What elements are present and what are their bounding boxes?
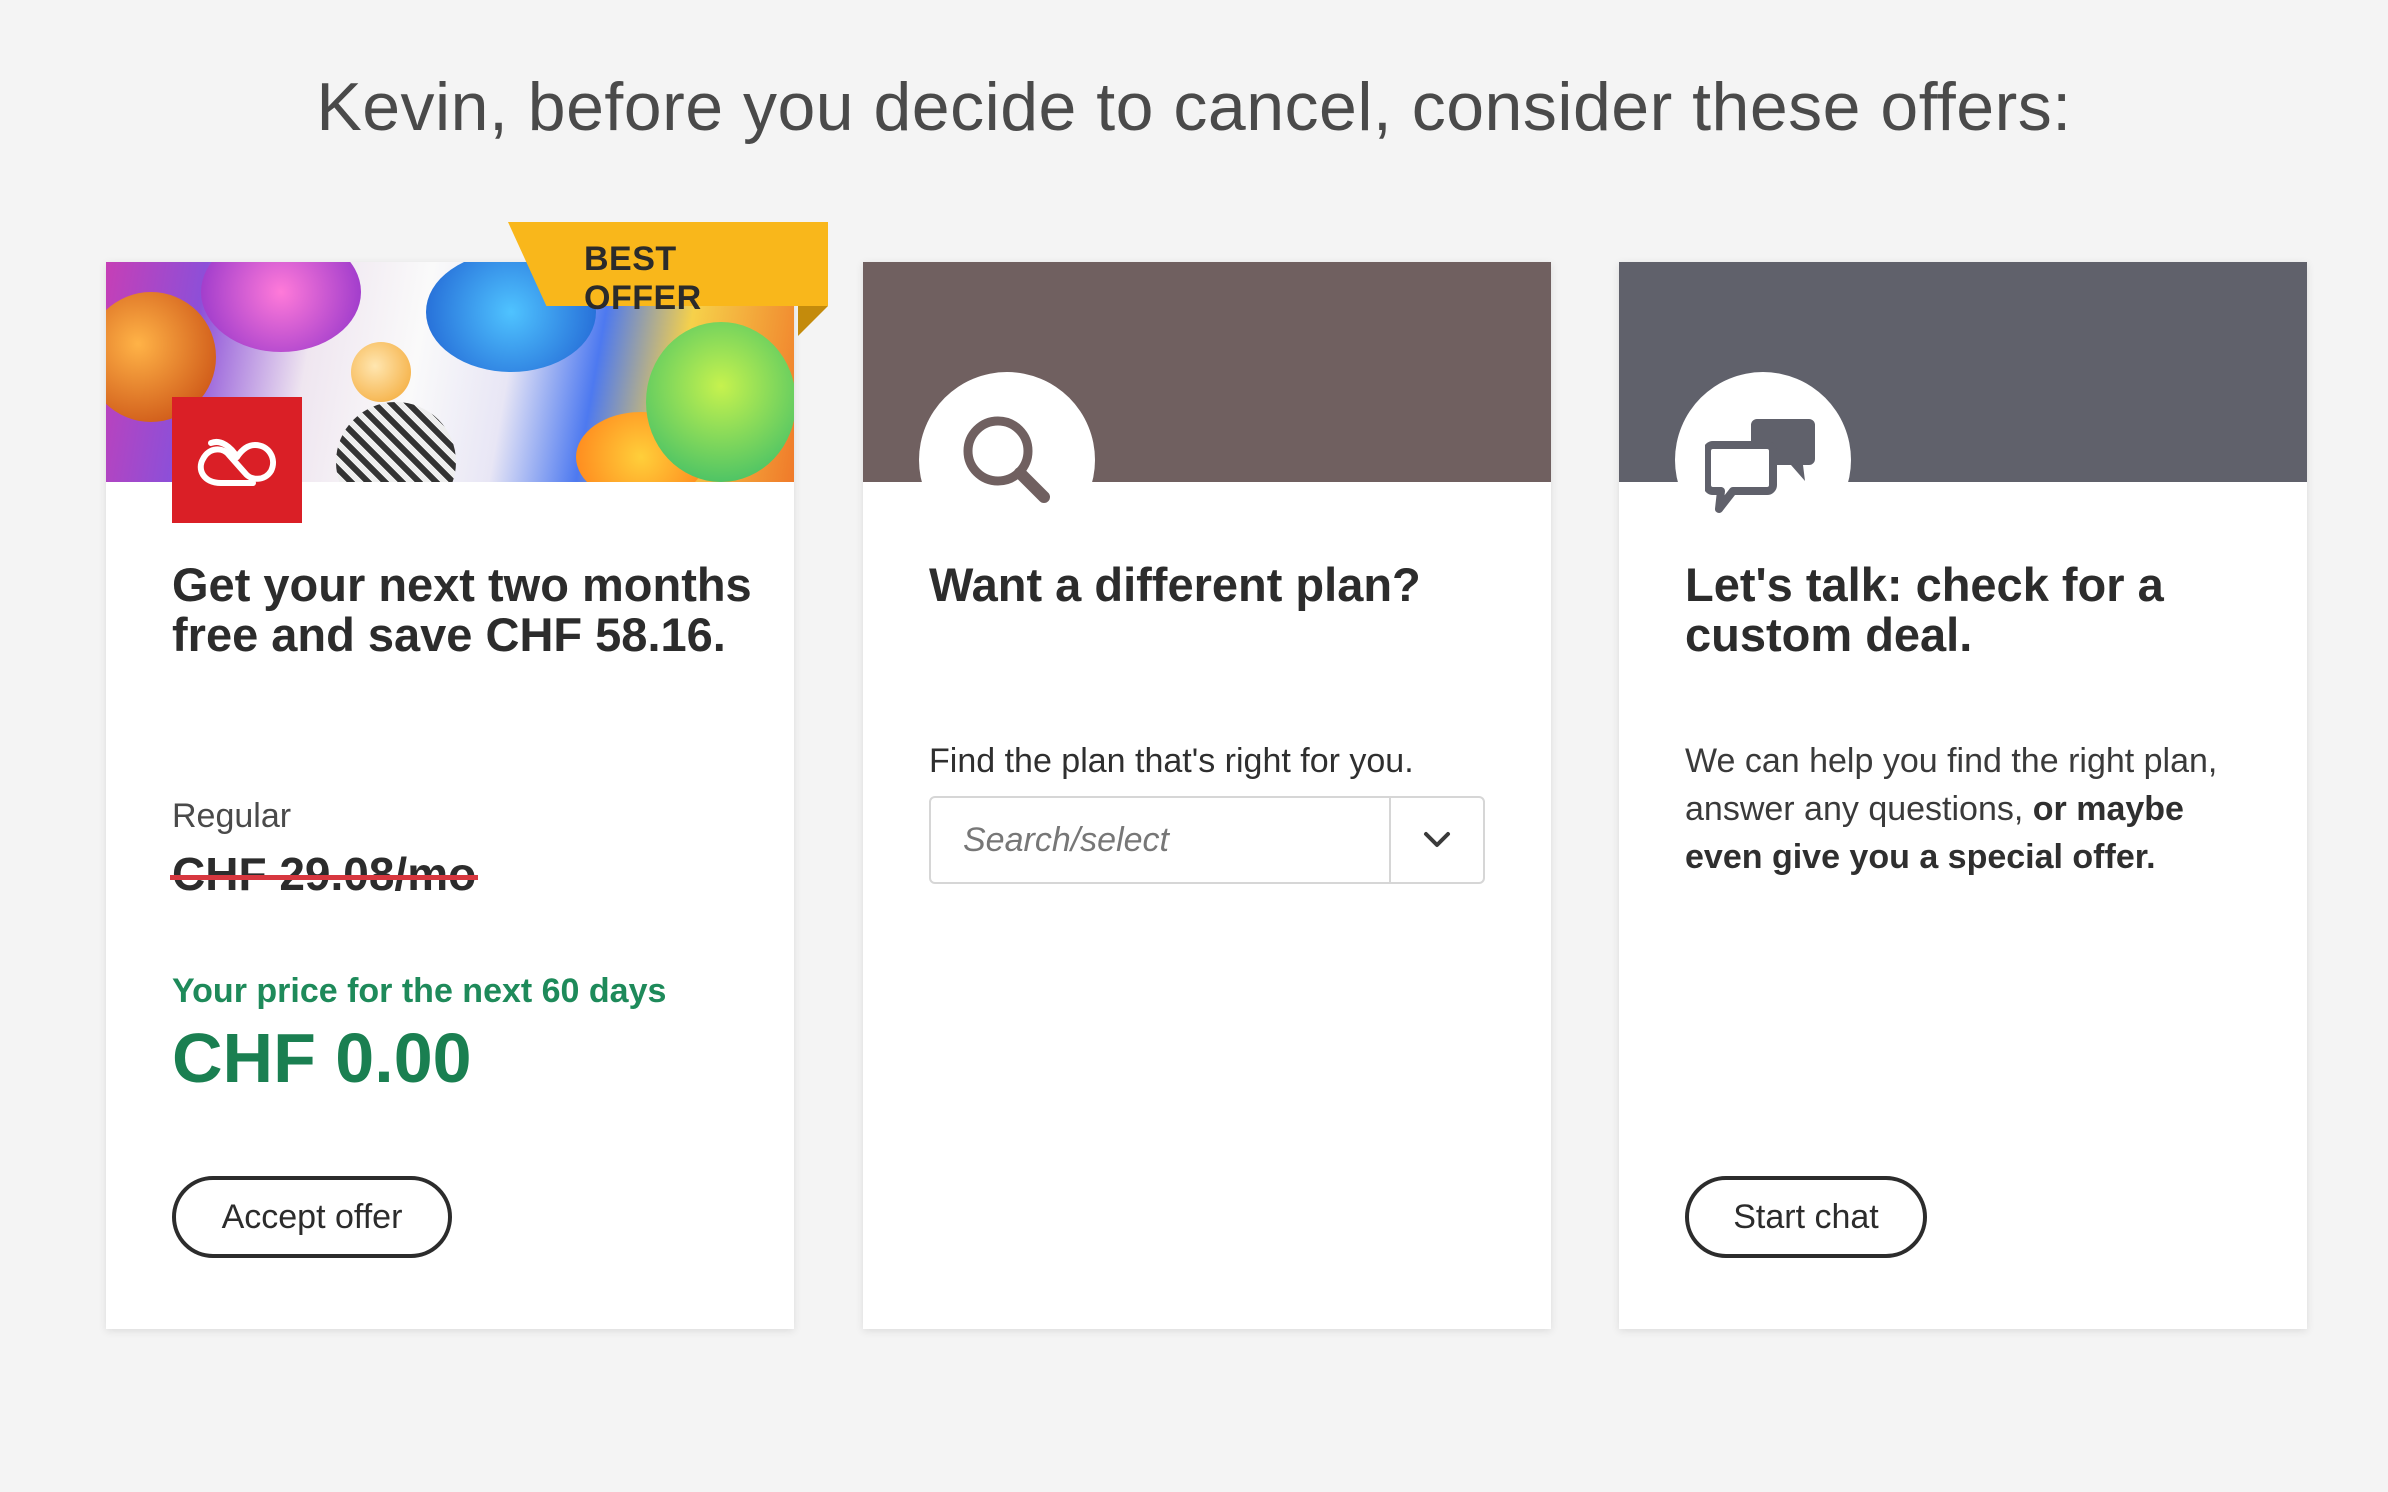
chat-icon (1675, 372, 1851, 548)
offer-card-custom-deal: Let's talk: check for a custom deal. We … (1619, 262, 2307, 1329)
promo-price-value: CHF 0.00 (172, 1019, 472, 1097)
chat-description: We can help you find the right plan, ans… (1685, 742, 2218, 876)
start-chat-button[interactable]: Start chat (1685, 1176, 1927, 1258)
best-offer-badge: BEST OFFER (584, 240, 702, 317)
regular-price-value: CHF 29.08/mo (172, 848, 477, 900)
search-icon (919, 372, 1095, 548)
plan-search-select[interactable] (929, 796, 1485, 884)
offer-title: Want a different plan? (929, 558, 1421, 611)
offer-card-free-months: BEST OFFER Get your next two months free… (106, 222, 828, 1329)
regular-price-label: Regular (172, 797, 292, 835)
promo-price-label: Your price for the next 60 days (172, 972, 667, 1010)
find-plan-label: Find the plan that's right for you. (929, 742, 1414, 780)
offer-card-different-plan: Want a different plan? Find the plan tha… (863, 262, 1551, 1329)
chevron-down-icon (1424, 832, 1450, 847)
page-headline: Kevin, before you decide to cancel, cons… (316, 69, 2072, 145)
dropdown-toggle[interactable] (1391, 798, 1483, 882)
regular-price-struck: CHF 29.08/mo (170, 847, 479, 901)
accept-offer-button[interactable]: Accept offer (172, 1176, 452, 1258)
offer-title: Get your next two months free and save C… (172, 558, 752, 661)
plan-search-input[interactable] (931, 798, 1389, 882)
strikethrough-line (170, 875, 479, 880)
creative-cloud-icon (172, 397, 302, 523)
offer-title: Let's talk: check for a custom deal. (1685, 558, 2164, 661)
